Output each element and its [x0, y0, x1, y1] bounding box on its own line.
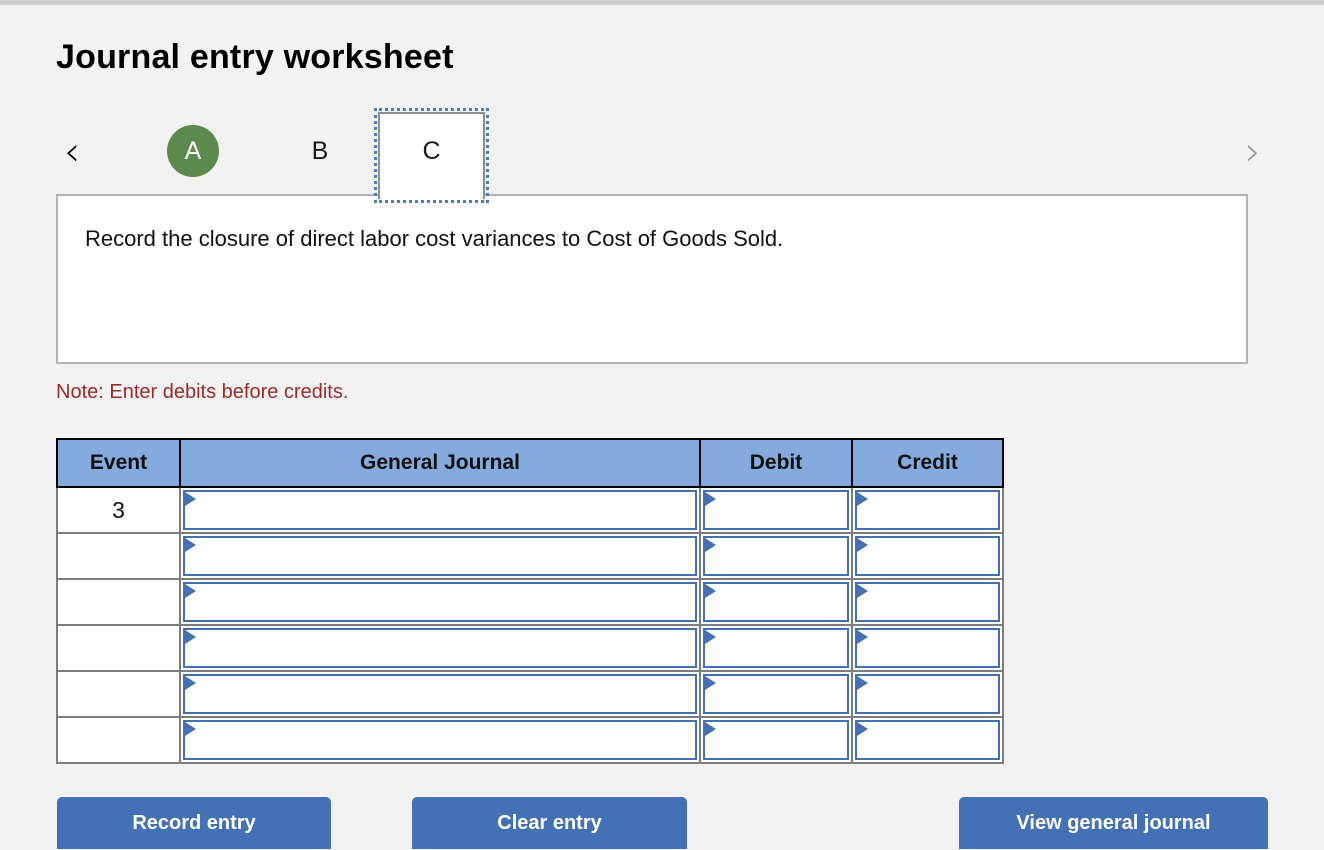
prompt-text: Record the closure of direct labor cost … [85, 226, 784, 251]
tab-b[interactable]: B [286, 120, 354, 182]
tab-b-label: B [311, 136, 329, 165]
column-header-general-journal: General Journal [179, 438, 701, 488]
journal-table-body: 3 [56, 486, 1004, 764]
debit-cell[interactable] [699, 670, 853, 718]
debit-cell[interactable] [699, 578, 853, 626]
dropdown-triangle-icon [705, 722, 716, 736]
dropdown-triangle-icon [705, 630, 716, 644]
dropdown-triangle-icon [705, 492, 716, 506]
dropdown-triangle-icon [185, 676, 196, 690]
debits-before-credits-note: Note: Enter debits before credits. [56, 381, 349, 403]
dropdown-triangle-icon [857, 538, 868, 552]
debit-cell[interactable] [699, 624, 853, 672]
general-journal-input[interactable] [183, 582, 697, 622]
credit-input[interactable] [855, 674, 1000, 714]
worksheet-tab-strip: ‹ › A B C [48, 108, 1276, 203]
column-header-event: Event [56, 438, 181, 488]
journal-entry-table: Event General Journal Debit Credit 3 [56, 438, 1004, 764]
event-cell [56, 670, 181, 718]
table-row [56, 624, 1004, 672]
dropdown-triangle-icon [185, 584, 196, 598]
dropdown-triangle-icon [185, 630, 196, 644]
credit-input[interactable] [855, 582, 1000, 622]
dropdown-triangle-icon [705, 584, 716, 598]
dropdown-triangle-icon [857, 584, 868, 598]
column-header-debit: Debit [699, 438, 853, 488]
credit-cell[interactable] [851, 578, 1004, 626]
debit-input[interactable] [703, 628, 849, 668]
debit-cell[interactable] [699, 532, 853, 580]
event-cell [56, 532, 181, 580]
debit-input[interactable] [703, 490, 849, 530]
debit-cell[interactable] [699, 486, 853, 534]
dropdown-triangle-icon [185, 722, 196, 736]
debit-input[interactable] [703, 536, 849, 576]
tab-a[interactable]: A [153, 120, 233, 182]
general-journal-input[interactable] [183, 720, 697, 760]
credit-input[interactable] [855, 536, 1000, 576]
prompt-box: Record the closure of direct labor cost … [56, 194, 1248, 364]
general-journal-input[interactable] [183, 628, 697, 668]
dropdown-triangle-icon [857, 676, 868, 690]
general-journal-cell[interactable] [179, 532, 701, 580]
table-row: 3 [56, 486, 1004, 534]
credit-input[interactable] [855, 490, 1000, 530]
general-journal-cell[interactable] [179, 670, 701, 718]
table-row [56, 716, 1004, 764]
next-tab-chevron-icon[interactable]: › [1233, 128, 1273, 176]
journal-entry-worksheet-page: Journal entry worksheet ‹ › A B C Record… [0, 0, 1324, 850]
dropdown-triangle-icon [705, 538, 716, 552]
credit-input[interactable] [855, 628, 1000, 668]
tab-a-label: A [167, 125, 219, 177]
page-title: Journal entry worksheet [56, 38, 454, 76]
previous-tab-chevron-icon[interactable]: ‹ [52, 128, 92, 176]
debit-input[interactable] [703, 674, 849, 714]
credit-cell[interactable] [851, 624, 1004, 672]
general-journal-cell[interactable] [179, 578, 701, 626]
credit-cell[interactable] [851, 670, 1004, 718]
general-journal-cell[interactable] [179, 716, 701, 764]
column-header-credit: Credit [851, 438, 1004, 488]
event-cell [56, 624, 181, 672]
tab-c[interactable]: C [374, 108, 489, 203]
dropdown-triangle-icon [185, 538, 196, 552]
general-journal-input[interactable] [183, 536, 697, 576]
general-journal-input[interactable] [183, 490, 697, 530]
general-journal-cell[interactable] [179, 624, 701, 672]
record-entry-button[interactable]: Record entry [57, 797, 331, 849]
table-row [56, 670, 1004, 718]
general-journal-cell[interactable] [179, 486, 701, 534]
credit-cell[interactable] [851, 532, 1004, 580]
top-divider-bar [0, 0, 1324, 5]
credit-input[interactable] [855, 720, 1000, 760]
tab-c-label: C [422, 137, 441, 165]
credit-cell[interactable] [851, 486, 1004, 534]
dropdown-triangle-icon [705, 676, 716, 690]
event-cell [56, 578, 181, 626]
table-row [56, 578, 1004, 626]
general-journal-input[interactable] [183, 674, 697, 714]
event-cell [56, 716, 181, 764]
dropdown-triangle-icon [857, 722, 868, 736]
dropdown-triangle-icon [857, 630, 868, 644]
dropdown-triangle-icon [857, 492, 868, 506]
table-header-row: Event General Journal Debit Credit [56, 438, 1004, 488]
dropdown-triangle-icon [185, 492, 196, 506]
view-general-journal-button[interactable]: View general journal [959, 797, 1268, 849]
debit-input[interactable] [703, 582, 849, 622]
event-cell: 3 [56, 486, 181, 534]
clear-entry-button[interactable]: Clear entry [412, 797, 687, 849]
debit-cell[interactable] [699, 716, 853, 764]
table-row [56, 532, 1004, 580]
debit-input[interactable] [703, 720, 849, 760]
credit-cell[interactable] [851, 716, 1004, 764]
